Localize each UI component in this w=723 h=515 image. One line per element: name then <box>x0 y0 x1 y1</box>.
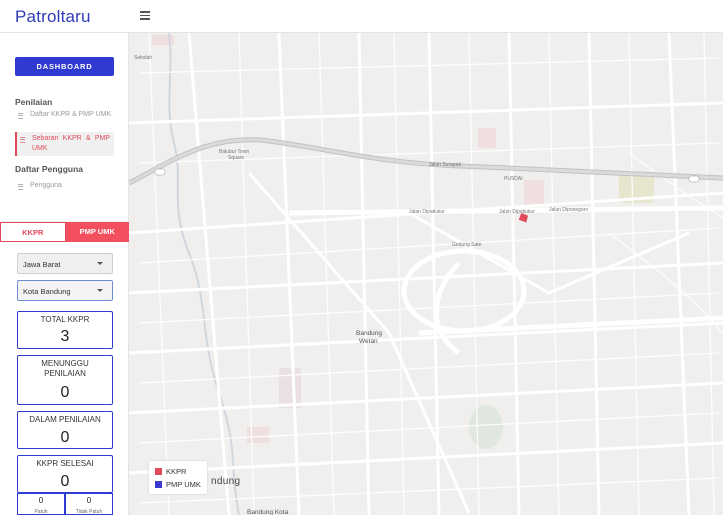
stat-total-kkpr: TOTAL KKPR 3 <box>17 311 113 349</box>
app-root: Patroltaru DASHBOARD Penilaian Daftar KK… <box>0 0 723 515</box>
sidebar-item-label: Sebaran KKPR & PMP UMK <box>32 135 110 152</box>
stat-value: 3 <box>60 328 70 345</box>
legend-label: PMP UMK <box>166 480 201 489</box>
province-select-value: Jawa Barat <box>23 260 61 269</box>
stat-label: MENUNGGU PENILAIAN <box>41 359 89 378</box>
stat-dalam-penilaian: DALAM PENILAIAN 0 <box>17 411 113 449</box>
menu-toggle-icon[interactable] <box>140 11 150 20</box>
sidebar-item-daftar-kkpr[interactable]: Daftar KKPR & PMP UMK <box>15 110 114 120</box>
city-select-value: Kota Bandung <box>23 287 71 296</box>
section-title-penilaian: Penilaian <box>15 97 53 107</box>
stat-value: 0 <box>60 473 70 490</box>
map-label: Square <box>228 155 244 161</box>
map-label: Jalan Dipatiukur <box>499 209 535 215</box>
map-label: Jalan Surapati <box>429 162 461 168</box>
stat-value: 0 <box>60 429 70 446</box>
stat-menunggu-penilaian: MENUNGGU PENILAIAN 0 <box>17 355 113 405</box>
sidebar-item-label: Daftar KKPR & PMP UMK <box>30 111 112 118</box>
stat-label: Patuh <box>34 509 48 515</box>
legend-swatch <box>155 468 162 475</box>
sidebar-item-pengguna[interactable]: Pengguna <box>15 181 114 191</box>
map-label: Bandung Kota <box>247 509 289 515</box>
stat-tidak-patuh: 0 Tidak Patuh <box>65 493 113 515</box>
section-title-pengguna: Daftar Pengguna <box>15 164 84 174</box>
legend-item-kkpr: KKPR <box>155 467 186 476</box>
city-select[interactable]: Kota Bandung <box>17 280 113 301</box>
legend-item-pmp-umk: PMP UMK <box>155 480 201 489</box>
stat-value: 0 <box>38 496 44 505</box>
stat-label: Tidak Patuh <box>75 509 103 515</box>
map-city-label: ndung <box>211 476 241 487</box>
stat-label: KKPR SELESAI <box>36 459 94 468</box>
legend-label: KKPR <box>166 467 187 476</box>
chevron-down-icon <box>97 289 103 292</box>
stat-value: 0 <box>60 384 70 401</box>
sidebar-item-label: Pengguna <box>30 182 62 189</box>
top-bar: Patroltaru <box>0 0 723 33</box>
tab-kkpr[interactable]: KKPR <box>0 222 66 242</box>
map-canvas[interactable]: Jalan Surapati Jalan Dipatiukur Jalan Di… <box>129 33 723 515</box>
legend-swatch <box>155 481 162 488</box>
map-tiles: Jalan Surapati Jalan Dipatiukur Jalan Di… <box>129 33 723 515</box>
map-label: Wetan <box>359 338 378 345</box>
stat-kkpr-selesai: KKPR SELESAI 0 <box>17 455 113 493</box>
map-legend: KKPR PMP UMK <box>149 461 207 494</box>
dashboard-button[interactable]: DASHBOARD <box>15 57 114 76</box>
list-icon <box>18 184 23 190</box>
stat-label: DALAM PENILAIAN <box>29 415 101 424</box>
chevron-down-icon <box>97 262 103 265</box>
map-label: Jalan Dipatiukur <box>409 209 445 215</box>
app-title[interactable]: Patroltaru <box>15 7 91 27</box>
map-label: Sekolah <box>134 55 152 61</box>
list-icon <box>20 137 25 143</box>
map-label: PUSDAI <box>504 176 523 182</box>
stat-patuh: 0 Patuh <box>17 493 65 515</box>
stat-label: TOTAL KKPR <box>40 315 90 324</box>
province-select[interactable]: Jawa Barat <box>17 253 113 274</box>
stat-value: 0 <box>86 496 92 505</box>
list-icon <box>18 113 23 119</box>
map-label: Jalan Diponegoro <box>549 207 588 213</box>
map-label: Gedung Sate <box>452 242 482 248</box>
map-label: Bandung <box>356 330 382 337</box>
data-type-tabs: KKPR PMP UMK <box>0 222 129 242</box>
tab-pmp-umk[interactable]: PMP UMK <box>65 222 129 242</box>
sidebar-item-sebaran-kkpr[interactable]: Sebaran KKPR & PMP UMK <box>15 132 114 156</box>
